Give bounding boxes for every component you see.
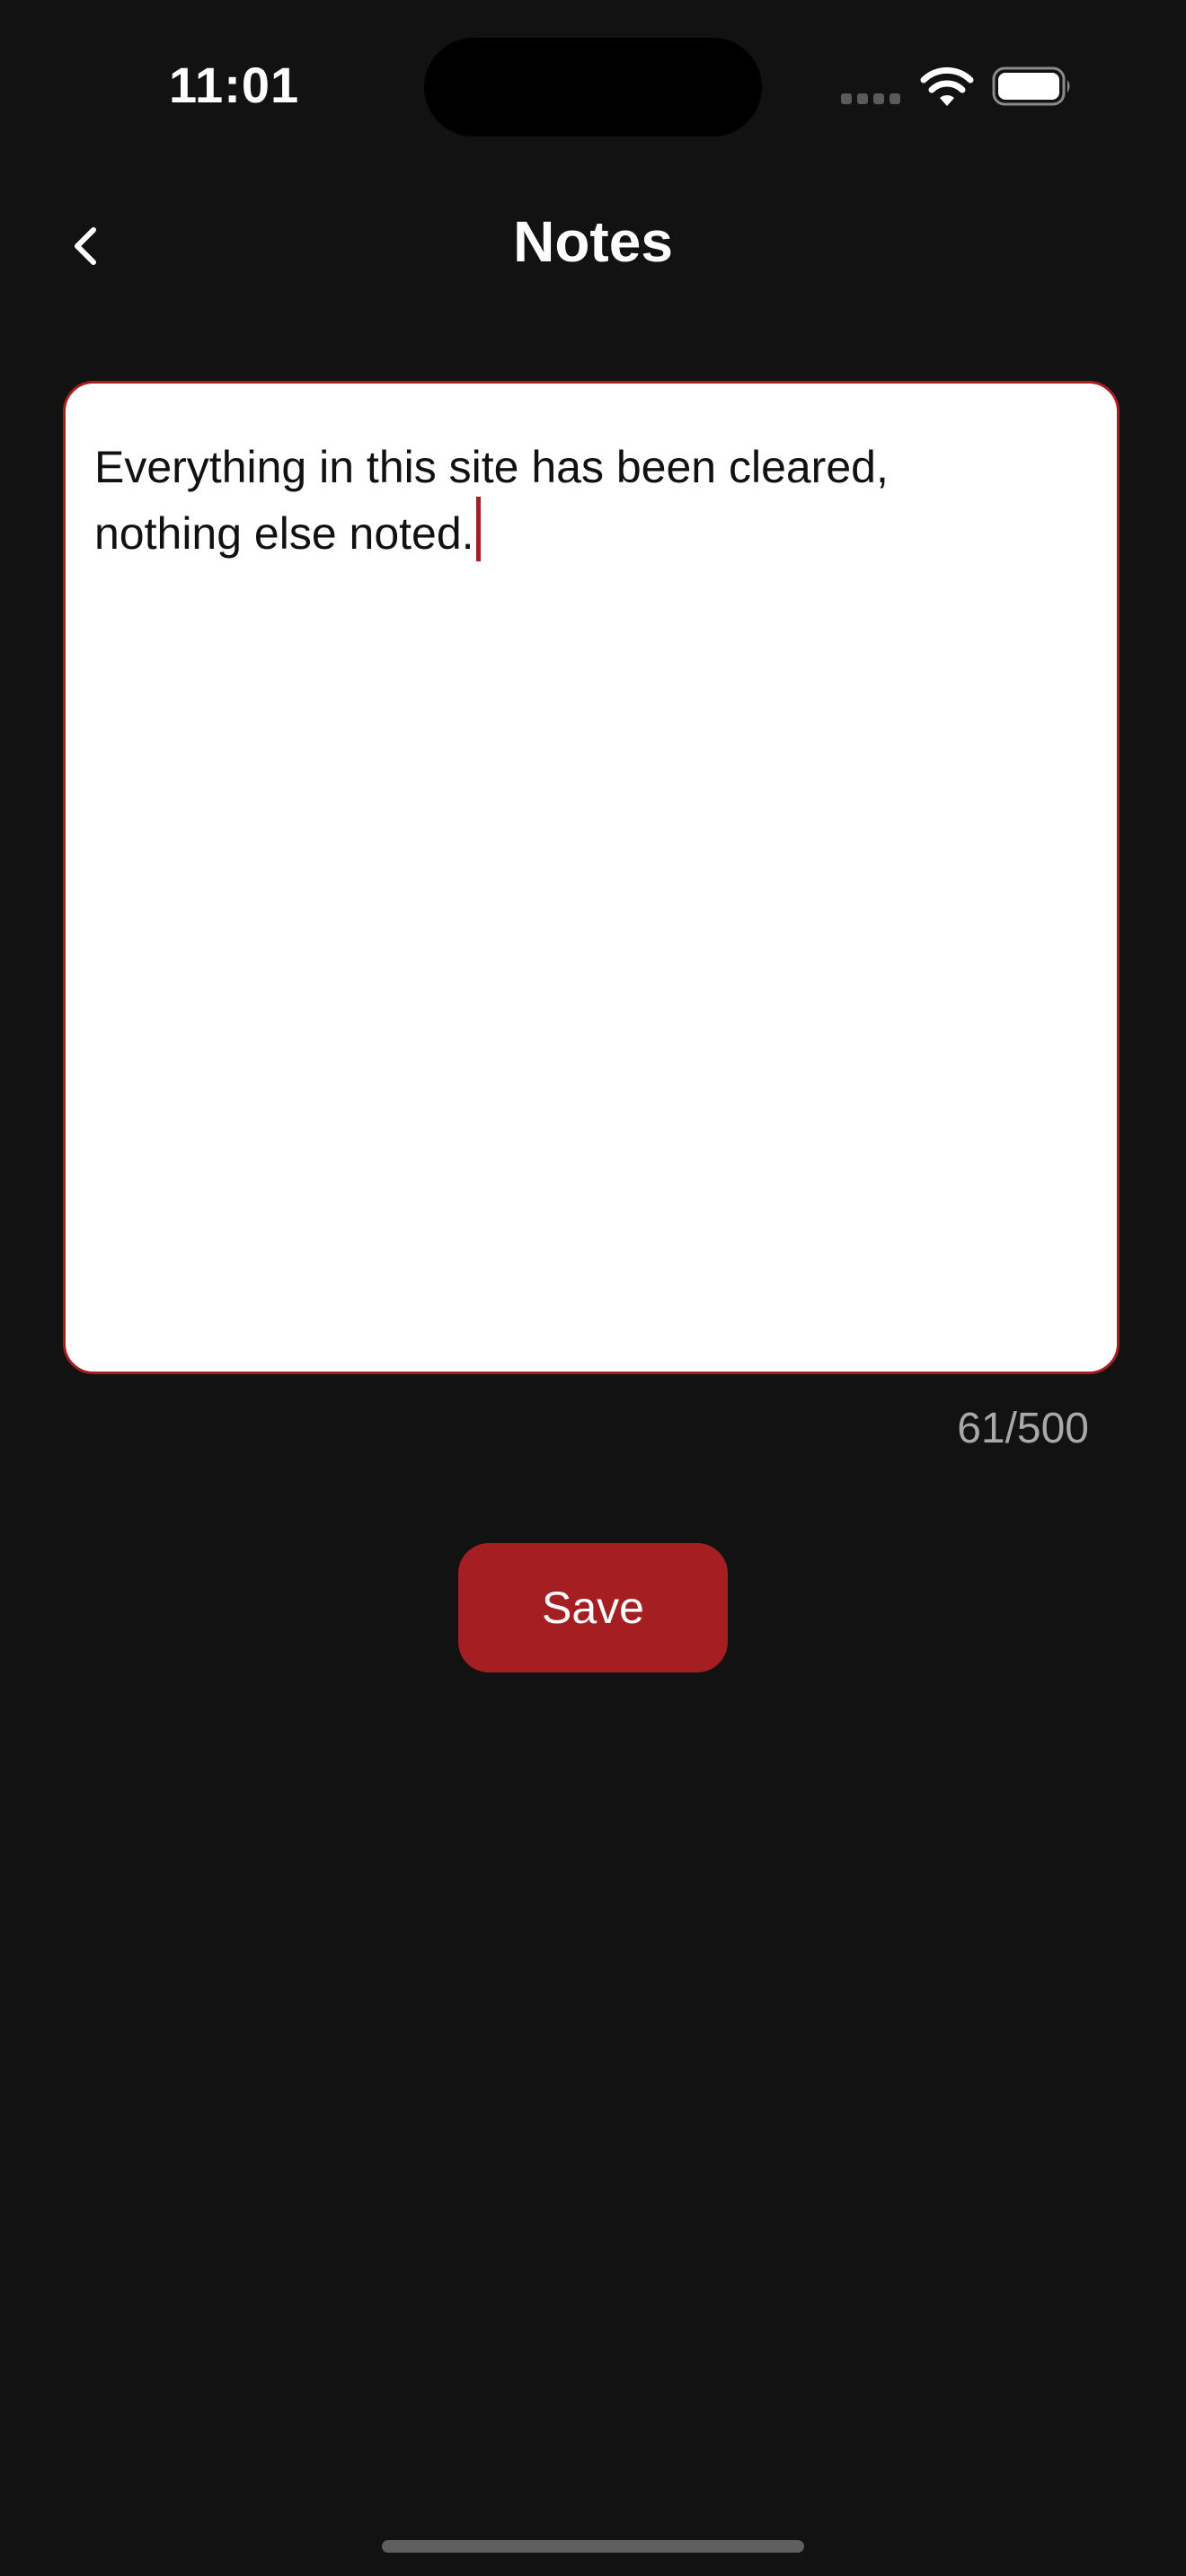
- status-bar: 11:01: [0, 0, 1186, 171]
- notes-textarea[interactable]: Everything in this site has been cleared…: [63, 381, 1120, 1374]
- wifi-icon: [920, 66, 974, 106]
- text-caret: [475, 497, 481, 561]
- notes-text: Everything in this site has been cleared…: [94, 437, 1047, 563]
- notes-line-1: Everything in this site has been cleared…: [94, 442, 889, 492]
- dynamic-island: [424, 38, 762, 137]
- character-counter: 61/500: [957, 1405, 1089, 1452]
- notes-line-2: nothing else noted.: [94, 497, 1047, 563]
- home-indicator: [382, 2540, 804, 2553]
- save-button[interactable]: Save: [458, 1543, 728, 1672]
- navigation-bar: Notes: [0, 189, 1186, 296]
- notes-line-2-text: nothing else noted.: [94, 508, 474, 559]
- page-title: Notes: [513, 209, 673, 274]
- battery-icon: [992, 66, 1070, 106]
- cellular-signal-icon: [841, 93, 900, 104]
- status-time: 11:01: [169, 57, 300, 113]
